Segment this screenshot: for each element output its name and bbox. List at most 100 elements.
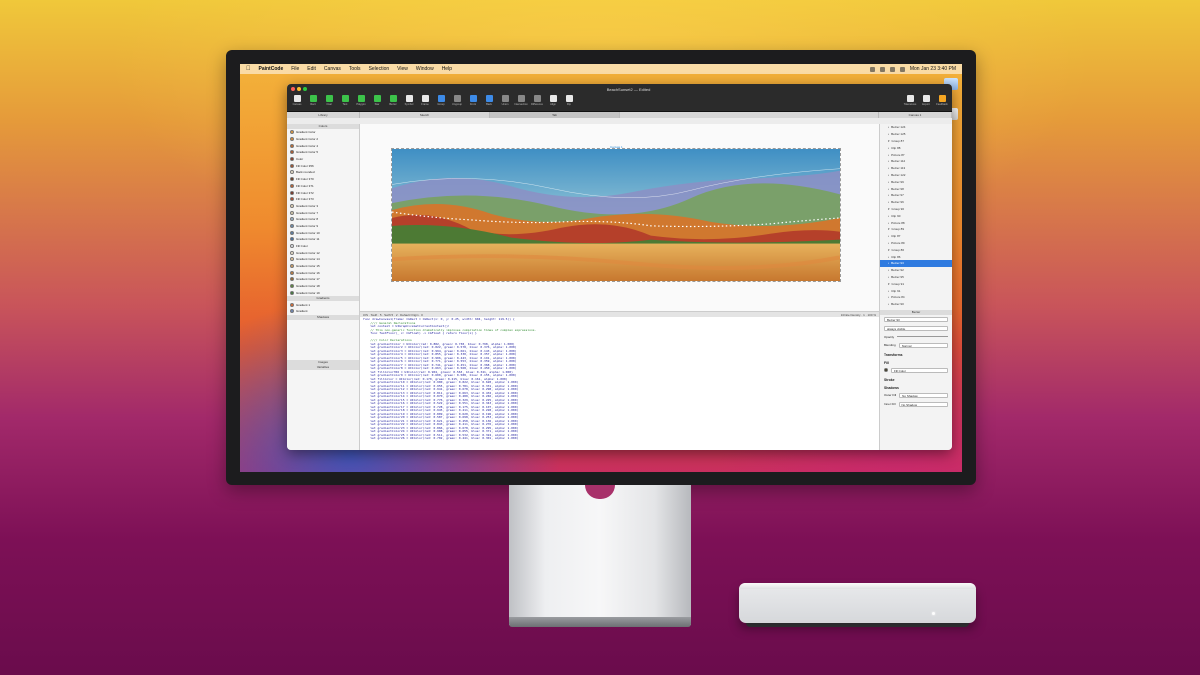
library-item[interactable]: Gradient Color 17	[287, 276, 359, 283]
toolbar-text-button[interactable]: Text	[339, 95, 351, 106]
tab-sketch[interactable]: Sketch	[360, 112, 490, 118]
drawing-canvas[interactable]: Canvas 1	[360, 124, 879, 311]
stroke-section[interactable]: Stroke	[880, 375, 952, 383]
menu-window[interactable]: Window	[416, 66, 434, 72]
zoom-button[interactable]	[303, 87, 307, 91]
toolbar-intersection-button[interactable]: Intersection	[514, 95, 528, 106]
library-item[interactable]: Fill Color 373	[287, 196, 359, 203]
menu-edit[interactable]: Edit	[307, 66, 316, 72]
library-item[interactable]: Gradient Color 14	[287, 256, 359, 263]
library-item[interactable]: Gradient Color 7	[287, 209, 359, 216]
layer-row[interactable]: • Bezier 122	[880, 172, 952, 179]
toolbar-group-button[interactable]: Group	[435, 95, 447, 106]
layer-row[interactable]: • Bezier 99	[880, 178, 952, 185]
library-item[interactable]: Gradient Color 15	[287, 263, 359, 270]
close-button[interactable]	[291, 87, 295, 91]
search-icon[interactable]	[889, 66, 895, 72]
layer-row[interactable]: • Bezier 98	[880, 185, 952, 192]
landscape-artwork[interactable]	[391, 148, 841, 282]
library-item[interactable]: Gradient 1	[287, 301, 359, 308]
library-item[interactable]: Gradient Color 4	[287, 142, 359, 149]
library-item[interactable]: Fill Color 356	[287, 162, 359, 169]
library-item[interactable]: Color	[287, 156, 359, 163]
layer-row[interactable]: • Bezier 90	[880, 301, 952, 308]
opacity-slider[interactable]	[897, 336, 948, 338]
library-item[interactable]: Gradient Color 11	[287, 236, 359, 243]
layer-row[interactable]: ▾ Group 91	[880, 280, 952, 287]
layer-row[interactable]: • Clip 88	[880, 144, 952, 151]
apple-icon[interactable]: 	[246, 66, 251, 72]
toolbar-export-button[interactable]: Export	[920, 95, 932, 106]
library-item[interactable]: Gradient Color 5	[287, 149, 359, 156]
layer-row[interactable]: • Clip 91	[880, 287, 952, 294]
toolbar-oval-button[interactable]: Oval	[323, 95, 335, 106]
layer-row[interactable]: • Bezier 95	[880, 274, 952, 281]
control-center-icon[interactable]	[899, 66, 905, 72]
blending-select[interactable]: Normal	[898, 342, 948, 348]
tab-tab[interactable]: Tab	[490, 112, 620, 118]
menu-selection[interactable]: Selection	[369, 66, 390, 72]
library-item[interactable]: Fill Color 372	[287, 189, 359, 196]
variables-header[interactable]: Variables	[287, 364, 359, 370]
toolbar-polygon-button[interactable]: Polygon	[355, 95, 367, 106]
menu-help[interactable]: Help	[442, 66, 452, 72]
toolbar-align-button[interactable]: Align	[547, 95, 559, 106]
library-item[interactable]: Gradient Color	[287, 129, 359, 136]
tab-canvas[interactable]: Canvas 1	[879, 112, 952, 118]
library-item[interactable]: Fill Color 371	[287, 183, 359, 190]
toolbar-union-button[interactable]: Union	[499, 95, 511, 106]
layer-row[interactable]: ▾ Group 87	[880, 138, 952, 145]
code-view[interactable]: iOS · Swift · 5 · Swift 5 · 2 · Default …	[360, 311, 879, 450]
layer-row[interactable]: • Bezier 92	[880, 267, 952, 274]
toolbar-symbol-button[interactable]: Symbol	[403, 95, 415, 106]
library-item[interactable]: Gradient Color 16	[287, 269, 359, 276]
battery-icon[interactable]	[869, 66, 875, 72]
toolbar-front-button[interactable]: Front	[467, 95, 479, 106]
layer-row[interactable]: ▾ Group 86	[880, 246, 952, 253]
layer-row[interactable]: • Clip 87	[880, 233, 952, 240]
library-item[interactable]: Gradient Color 9	[287, 223, 359, 230]
menu-tools[interactable]: Tools	[349, 66, 361, 72]
library-item[interactable]: Fill Color	[287, 243, 359, 250]
toolbar-feedback-button[interactable]: Feedback	[936, 95, 948, 106]
toolbar-flip-button[interactable]: Flip	[563, 95, 575, 106]
menu-view[interactable]: View	[397, 66, 408, 72]
fill-color-select[interactable]: Fill Color	[891, 367, 948, 373]
shadows-section[interactable]: Shadows	[880, 383, 952, 391]
toolbar-star-button[interactable]: Star	[371, 95, 383, 106]
menu-app-name[interactable]: PaintCode	[259, 66, 284, 72]
toolbar-ungroup-button[interactable]: Ungroup	[451, 95, 463, 106]
layer-row[interactable]: ▾ Group 90	[880, 206, 952, 213]
layer-row[interactable]: • Bezier 112	[880, 158, 952, 165]
toolbar-canvas-button[interactable]: Canvas	[291, 95, 303, 106]
fill-section[interactable]: Fill	[880, 358, 952, 366]
menu-clock[interactable]: Mon Jan 23 3:40 PM	[910, 66, 956, 72]
tab-library[interactable]: Library	[287, 112, 360, 118]
toolbar-back-button[interactable]: Back	[483, 95, 495, 106]
layer-row[interactable]: • Bezier 113	[880, 165, 952, 172]
layer-row[interactable]: • Bezier 124	[880, 124, 952, 131]
menu-canvas[interactable]: Canvas	[324, 66, 341, 72]
transforms-section[interactable]: Transforms	[880, 350, 952, 358]
library-item[interactable]: Gradient Color 12	[287, 249, 359, 256]
layer-row[interactable]: • Bezier 125	[880, 131, 952, 138]
library-item[interactable]: Gradient Color 19	[287, 290, 359, 297]
layer-row[interactable]: • Picture 84	[880, 294, 952, 301]
library-item[interactable]: Back rounded	[287, 169, 359, 176]
code-platform-settings[interactable]: iOS · Swift · 5 · Swift 5 · 2 · Default …	[363, 313, 423, 317]
name-field[interactable]: Bezier 93	[884, 316, 948, 322]
library-item[interactable]: Gradient	[287, 308, 359, 315]
layer-row[interactable]: • Bezier 93	[880, 259, 952, 267]
layer-row[interactable]: • Picture 89	[880, 240, 952, 247]
visibility-select[interactable]: always visible	[884, 325, 948, 331]
menu-file[interactable]: File	[291, 66, 299, 72]
library-item[interactable]: Fill Color 370	[287, 176, 359, 183]
layer-row[interactable]: • Bezier 97	[880, 192, 952, 199]
layer-row[interactable]: • Picture 87	[880, 151, 952, 158]
minimize-button[interactable]	[297, 87, 301, 91]
inner-shadow-select[interactable]: No Shadow	[898, 401, 948, 407]
layer-row[interactable]: • Picture 88	[880, 219, 952, 226]
toolbar-rect-button[interactable]: Rect	[307, 95, 319, 106]
toolbar-difference-button[interactable]: Difference	[531, 95, 543, 106]
library-item[interactable]: Gradient Color 8	[287, 216, 359, 223]
